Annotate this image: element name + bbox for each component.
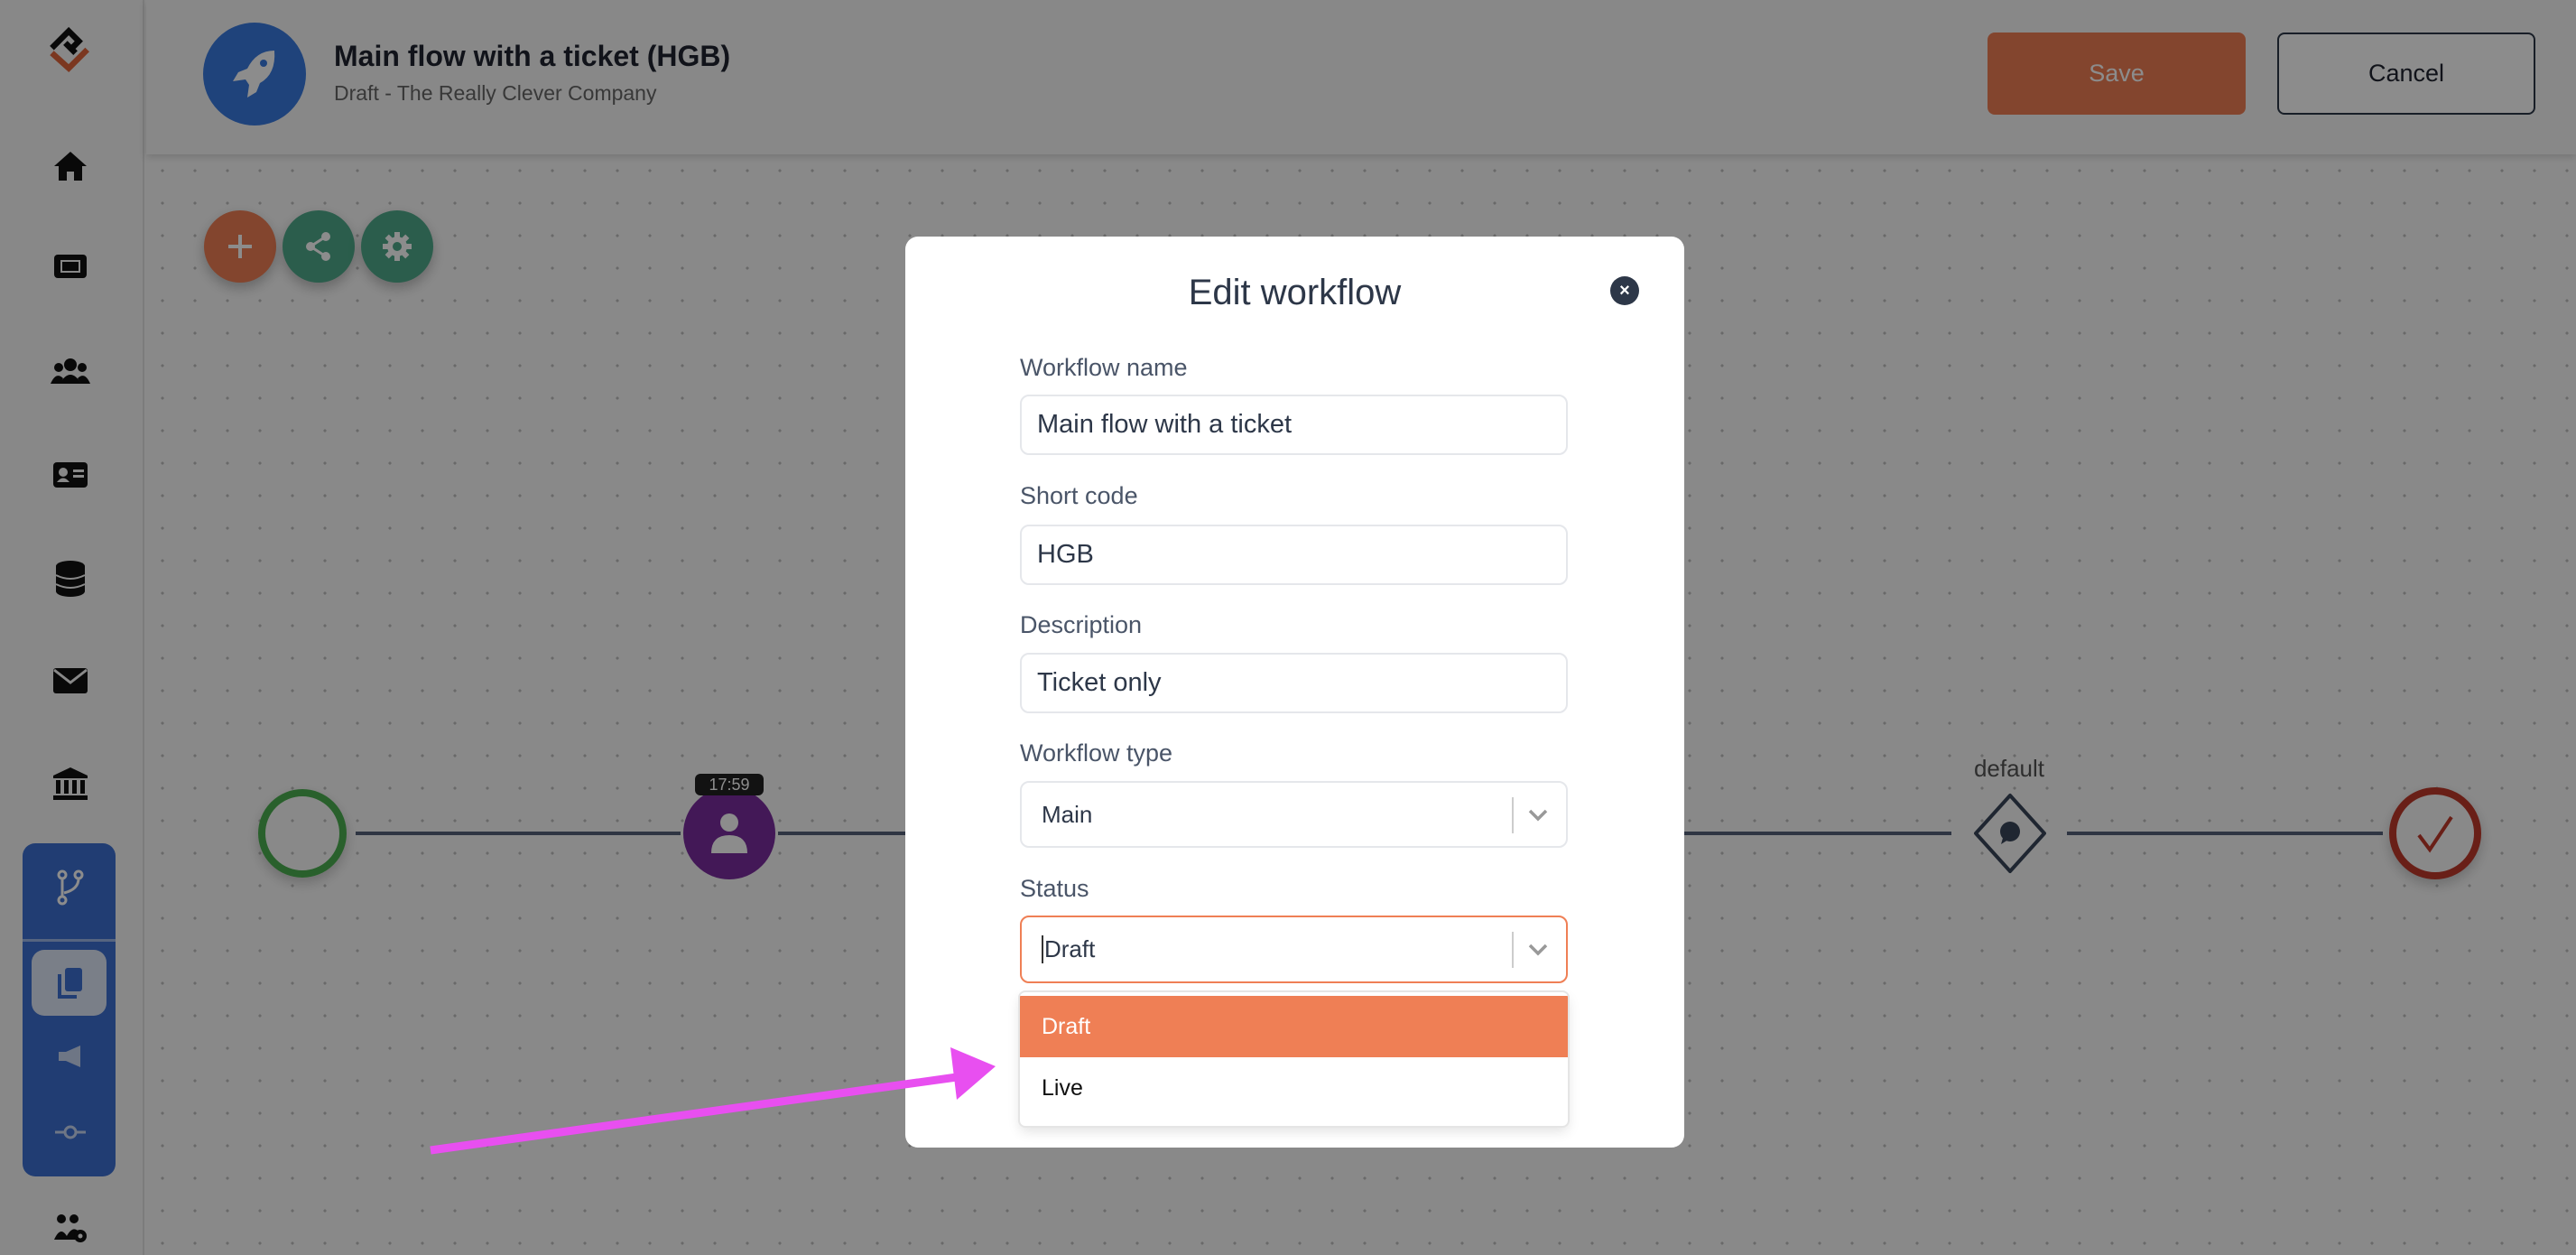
- chevron-down-icon: [1528, 944, 1548, 956]
- status-label: Status: [1020, 875, 1089, 902]
- divider: [1512, 797, 1514, 833]
- short-code-input[interactable]: HGB: [1020, 525, 1568, 585]
- workflow-type-value: Main: [1042, 800, 1093, 828]
- workflow-name-label: Workflow name: [1020, 354, 1188, 381]
- status-option-live[interactable]: Live: [1020, 1057, 1568, 1119]
- modal-title: Edit workflow: [1188, 273, 1402, 312]
- workflow-type-select[interactable]: Main: [1020, 781, 1568, 848]
- chevron-down-icon: [1528, 809, 1548, 822]
- status-dropdown-menu: Draft Live: [1020, 992, 1568, 1126]
- workflow-type-label: Workflow type: [1020, 739, 1173, 767]
- status-option-draft[interactable]: Draft: [1020, 996, 1568, 1057]
- short-code-label: Short code: [1020, 482, 1138, 509]
- status-select[interactable]: Draft: [1020, 916, 1568, 983]
- description-label: Description: [1020, 611, 1143, 638]
- description-input[interactable]: Ticket only: [1020, 653, 1568, 713]
- divider: [1512, 932, 1514, 968]
- close-icon[interactable]: ×: [1610, 276, 1639, 305]
- workflow-name-input[interactable]: Main flow with a ticket: [1020, 395, 1568, 455]
- status-value: Draft: [1042, 935, 1095, 963]
